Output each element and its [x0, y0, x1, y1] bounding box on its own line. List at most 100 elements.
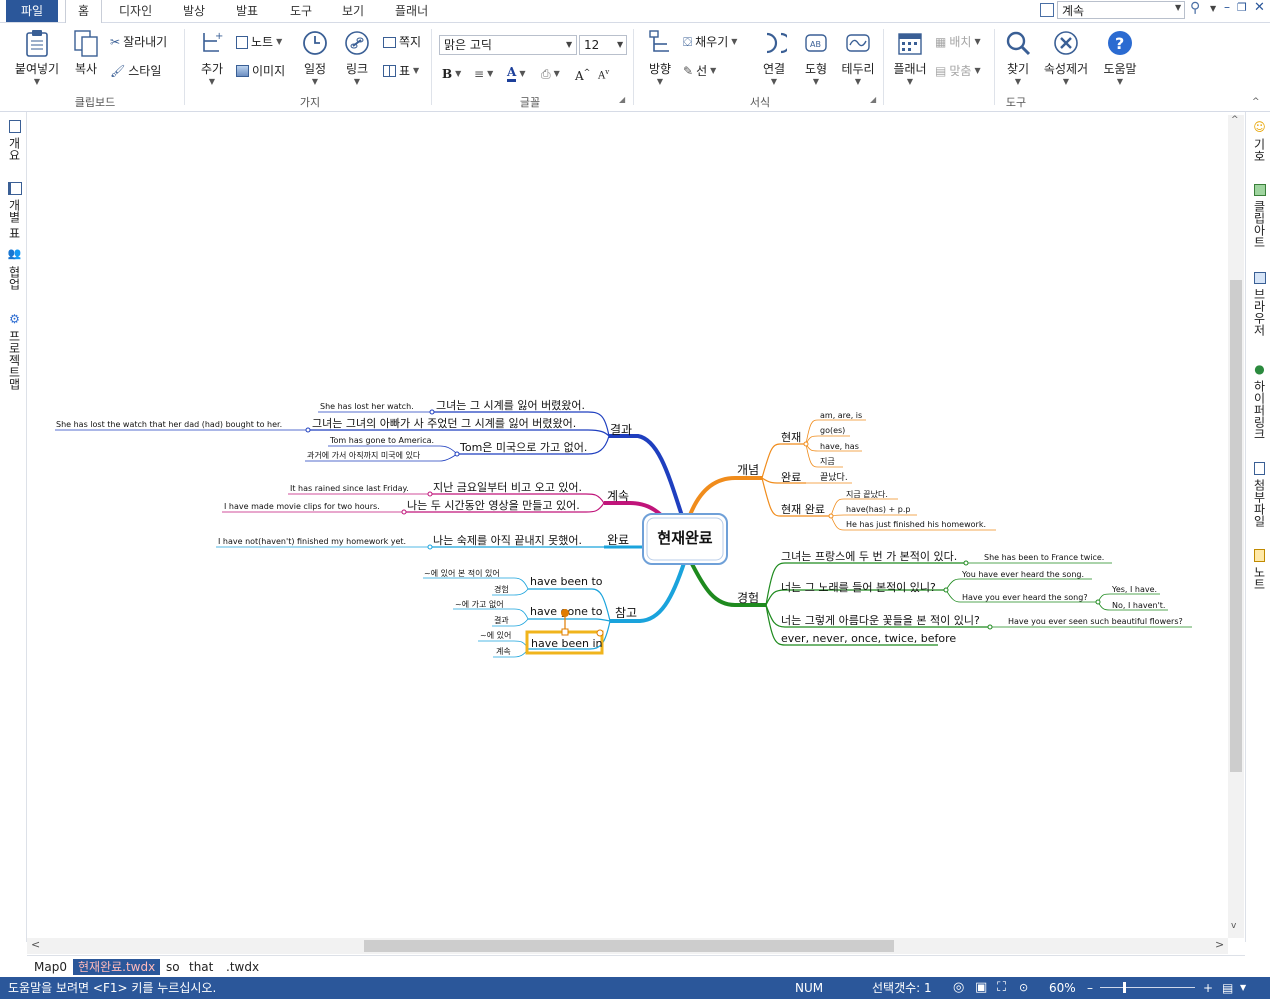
- node-result-1-en[interactable]: She has lost her watch.: [320, 402, 414, 411]
- node-continuous-1-en[interactable]: It has rained since last Friday.: [290, 484, 409, 493]
- node-reference[interactable]: 참고: [615, 606, 637, 620]
- node-present-2[interactable]: go(es): [820, 426, 845, 435]
- rotate-handle[interactable]: [561, 609, 569, 617]
- search-dropdown-icon[interactable]: ▼: [1175, 3, 1181, 12]
- zoom-out-icon[interactable]: –: [1087, 977, 1093, 999]
- node-reference-3[interactable]: have been in: [531, 637, 603, 650]
- minimize-icon[interactable]: –: [1224, 0, 1230, 14]
- node-result-3-note[interactable]: 과거에 가서 아직까지 미국에 있다: [307, 450, 421, 460]
- search-options-icon[interactable]: ▼: [1210, 4, 1216, 13]
- close-icon[interactable]: ✕: [1254, 0, 1265, 15]
- restore-icon[interactable]: ❐: [1237, 1, 1247, 14]
- arrange-button[interactable]: ▦ 배치 ▼: [935, 33, 981, 51]
- node-continuous-2[interactable]: 나는 두 시간동안 영상을 만들고 있어.: [407, 499, 580, 512]
- horizontal-scrollbar[interactable]: < >: [27, 938, 1228, 954]
- panel-tab-attachment[interactable]: 첨부파일: [1251, 462, 1268, 527]
- node-reference-3-type[interactable]: 계속: [496, 646, 511, 656]
- node-experience-2-statement[interactable]: You have ever heard the song.: [961, 570, 1084, 579]
- clear-format-button[interactable]: 속성제거 ▼: [1040, 29, 1092, 86]
- node-concept[interactable]: 개념: [737, 463, 759, 477]
- tab-design[interactable]: 디자인: [119, 0, 152, 22]
- node-reference-2-type[interactable]: 결과: [494, 615, 509, 625]
- style-button[interactable]: 🖌 스타일: [110, 62, 161, 80]
- node-continuous-1[interactable]: 지난 금요일부터 비고 오고 있어.: [433, 480, 582, 494]
- resize-handle[interactable]: [596, 629, 604, 637]
- node-reference-2-meaning[interactable]: ~에 가고 없어: [455, 599, 504, 609]
- fit-view-icon[interactable]: ◎: [953, 977, 964, 999]
- search-mode-icon[interactable]: [1040, 3, 1054, 17]
- node-experience-2-yes[interactable]: Yes, I have.: [1111, 585, 1157, 594]
- collapse-ribbon-icon[interactable]: ^: [1252, 97, 1260, 107]
- chevron-down-icon[interactable]: ▼: [617, 40, 623, 49]
- direction-button[interactable]: 방향 ▼: [643, 29, 677, 86]
- zoom-slider-track[interactable]: [1100, 987, 1195, 988]
- scroll-up-icon[interactable]: ^: [1231, 115, 1239, 125]
- font-color-button[interactable]: A ▼: [507, 65, 525, 83]
- node-continuous-2-en[interactable]: I have made movie clips for two hours.: [224, 502, 380, 511]
- note-button[interactable]: 노트 ▼: [236, 33, 282, 51]
- search-input[interactable]: 계속: [1057, 1, 1185, 19]
- scroll-right-icon[interactable]: >: [1215, 938, 1224, 951]
- page-view-icon[interactable]: ▣: [975, 977, 987, 999]
- panel-tab-hyperlink[interactable]: ● 하이퍼링크: [1251, 362, 1268, 440]
- node-result[interactable]: 결과: [610, 423, 632, 437]
- node-experience-1-en[interactable]: She has been to France twice.: [984, 553, 1104, 562]
- grow-font-button[interactable]: A^: [575, 65, 590, 83]
- node-reference-1-meaning[interactable]: ~에 있어 본 적이 있어: [424, 568, 500, 578]
- node-present-perfect-2[interactable]: have(has) + p.p: [846, 505, 911, 514]
- font-dialog-launcher-icon[interactable]: ◢: [619, 95, 625, 104]
- panel-tab-collab[interactable]: 👥 협업: [6, 249, 23, 290]
- node-experience-1[interactable]: 그녀는 프랑스에 두 번 가 본적이 있다.: [781, 550, 957, 563]
- find-button[interactable]: 찾기 ▼: [1001, 29, 1035, 86]
- center-node[interactable]: 현재완료: [657, 529, 712, 547]
- full-screen-icon[interactable]: ⛶: [997, 977, 1006, 999]
- format-dialog-launcher-icon[interactable]: ◢: [870, 95, 876, 104]
- doc-tab-map0[interactable]: Map0: [34, 959, 67, 975]
- help-button[interactable]: ? 도움말 ▼: [1100, 29, 1140, 86]
- node-experience-2[interactable]: 너는 그 노래를 들어 본적이 있니?: [781, 581, 936, 594]
- zoom-slider-thumb[interactable]: [1123, 982, 1126, 993]
- bold-button[interactable]: B ▼: [442, 65, 461, 83]
- vertical-scrollbar[interactable]: ^ v: [1228, 115, 1244, 938]
- node-perfect[interactable]: 완료: [781, 471, 801, 484]
- link-button[interactable]: 링크 ▼: [339, 29, 375, 86]
- horizontal-scroll-thumb[interactable]: [364, 940, 894, 952]
- node-result-1[interactable]: 그녀는 그 시계를 잃어 버렸왔어.: [436, 398, 585, 412]
- node-present-perfect-3[interactable]: He has just finished his homework.: [846, 520, 986, 529]
- menu-file[interactable]: 파일: [6, 0, 58, 22]
- panel-tab-outline[interactable]: 개요: [6, 120, 23, 161]
- node-experience-4[interactable]: ever, never, once, twice, before: [781, 632, 956, 645]
- doc-tab-so[interactable]: so: [166, 959, 180, 975]
- memo-button[interactable]: 쪽지: [383, 33, 421, 51]
- node-result-2[interactable]: 그녀는 그녀의 아빠가 사 주었던 그 시계를 잃어 버렸왔어.: [312, 416, 576, 430]
- tab-presentation[interactable]: 발표: [236, 0, 258, 22]
- tab-ideation[interactable]: 발상: [183, 0, 205, 22]
- node-complete-1[interactable]: 나는 숙제를 아직 끝내지 못했어.: [433, 534, 582, 547]
- node-perfect-1[interactable]: 끝났다.: [820, 472, 848, 483]
- node-present-perfect[interactable]: 현재 완료: [781, 503, 825, 516]
- border-button[interactable]: 테두리 ▼: [838, 29, 878, 86]
- planner-button[interactable]: 플래너 ▼: [890, 29, 930, 86]
- panel-tab-browser[interactable]: 브라우저: [1251, 272, 1268, 336]
- layout-dropdown-icon[interactable]: ▼: [1240, 977, 1246, 999]
- table-button[interactable]: 표 ▼: [383, 62, 419, 80]
- node-result-2-en[interactable]: She has lost the watch that her dad (had…: [56, 420, 282, 429]
- vertical-scroll-thumb[interactable]: [1230, 280, 1242, 772]
- font-family-select[interactable]: 맑은 고딕: [439, 35, 577, 55]
- doc-tab-that[interactable]: that: [189, 959, 213, 975]
- scroll-left-icon[interactable]: <: [31, 938, 40, 951]
- node-present[interactable]: 현재: [781, 431, 801, 444]
- copy-button[interactable]: 복사: [66, 29, 106, 77]
- search-icon[interactable]: ⚲: [1190, 0, 1200, 16]
- panel-tab-clipart[interactable]: 클립아트: [1251, 184, 1268, 248]
- node-result-3[interactable]: Tom은 미국으로 가고 없어.: [459, 441, 587, 454]
- node-present-4[interactable]: 지금: [820, 457, 835, 466]
- node-result-3-en[interactable]: Tom has gone to America.: [329, 436, 434, 445]
- node-complete-1-en[interactable]: I have not(haven't) finished my homework…: [218, 537, 406, 546]
- fill-button[interactable]: ⛋ 채우기 ▼: [683, 33, 737, 51]
- shape-button[interactable]: AB 도형 ▼: [799, 29, 833, 86]
- zoom-level[interactable]: 60%: [1049, 977, 1076, 999]
- node-complete[interactable]: 완료: [607, 533, 629, 547]
- tab-home[interactable]: 홈: [65, 0, 103, 24]
- shrink-font-button[interactable]: Av: [598, 65, 609, 83]
